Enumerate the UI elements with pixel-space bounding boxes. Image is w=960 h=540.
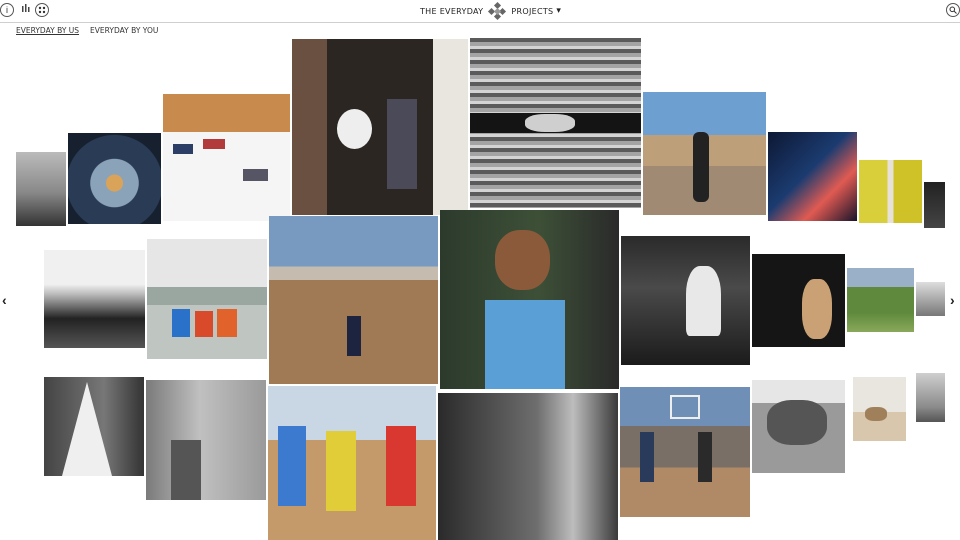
veiled-women-photo[interactable]: [621, 236, 750, 365]
top-bar: i THE EVERYDAY PROJECTS ▾: [0, 0, 960, 23]
brand-right-text: PROJECTS: [511, 6, 554, 16]
children-peeking-through-fence-photo[interactable]: [470, 38, 641, 208]
women-sitting-photo[interactable]: [292, 39, 468, 215]
info-icon[interactable]: i: [0, 3, 14, 17]
chevron-right-icon[interactable]: ›: [950, 292, 955, 308]
basketball-hoop-photo[interactable]: [620, 387, 750, 517]
section-tabs: EVERYDAY BY US EVERYDAY BY YOU: [16, 26, 158, 35]
girl-at-window-photo[interactable]: [438, 393, 618, 540]
running-girls-photo[interactable]: [268, 386, 436, 540]
shore-figures-photo[interactable]: [916, 373, 945, 422]
small-figure-photo[interactable]: [916, 282, 945, 316]
green-hills-photo[interactable]: [847, 268, 914, 332]
grid-view-icon[interactable]: [35, 3, 49, 17]
search-icon[interactable]: [946, 3, 960, 17]
kkk-hood-trump-photo[interactable]: [44, 377, 144, 476]
yellow-figures-photo[interactable]: [859, 160, 922, 223]
camels-photo[interactable]: [853, 377, 906, 441]
tab-everyday-by-you[interactable]: EVERYDAY BY YOU: [90, 26, 158, 35]
circular-metal-structure-photo[interactable]: [68, 133, 161, 224]
boy-with-bottles-photo[interactable]: [146, 380, 266, 500]
brand-menu[interactable]: THE EVERYDAY PROJECTS ▾: [420, 0, 561, 22]
list-view-icon[interactable]: [18, 3, 34, 17]
brand-left-text: THE EVERYDAY: [420, 6, 484, 16]
chevron-left-icon[interactable]: ‹: [2, 292, 7, 308]
man-portrait-photo[interactable]: [752, 254, 845, 347]
everyday-logo-icon: [488, 1, 507, 21]
misty-lake-photo[interactable]: [44, 250, 145, 348]
chevron-down-icon: ▾: [556, 6, 562, 16]
boys-sitting-photo[interactable]: [147, 239, 267, 359]
wrestlers-photo[interactable]: [752, 380, 845, 473]
desert-motocross-photo[interactable]: [269, 216, 438, 384]
neon-city-photo[interactable]: [768, 132, 857, 221]
dark-edge-photo[interactable]: [924, 182, 945, 228]
capitol-photo[interactable]: [16, 152, 66, 226]
tab-everyday-by-us[interactable]: EVERYDAY BY US: [16, 26, 79, 35]
armed-man-street-photo[interactable]: [643, 92, 766, 215]
snow-angels-photo[interactable]: [163, 94, 290, 221]
boy-in-fence-photo[interactable]: [440, 210, 619, 389]
